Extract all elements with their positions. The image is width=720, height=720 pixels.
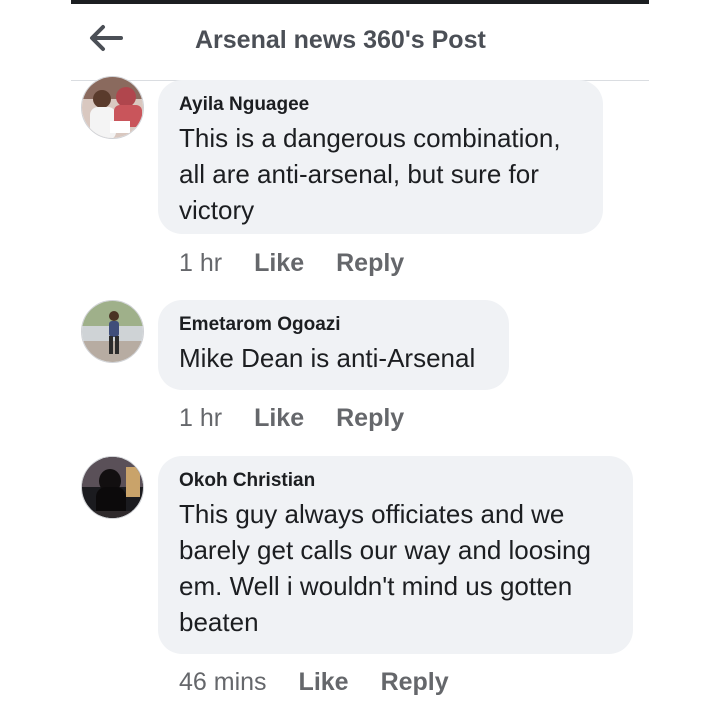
avatar[interactable] [81,76,144,139]
comment-bubble: Ayila Nguagee This is a dangerous combin… [158,80,603,234]
comment-time[interactable]: 1 hr [179,249,222,278]
like-button[interactable]: Like [254,249,304,278]
comment-text: Mike Dean is anti-Arsenal [179,343,476,373]
reply-button[interactable]: Reply [336,404,404,433]
comment-meta: 46 mins Like Reply [179,668,449,697]
avatar-photo [82,301,143,362]
avatar-photo [82,457,143,518]
comment-author[interactable]: Okoh Christian [179,470,611,492]
comment-meta: 1 hr Like Reply [179,404,404,433]
reply-button[interactable]: Reply [336,249,404,278]
back-button[interactable] [85,22,125,54]
arrow-left-icon [90,25,123,51]
comment-bubble: Emetarom Ogoazi Mike Dean is anti-Arsena… [158,300,509,390]
comment-author[interactable]: Emetarom Ogoazi [179,314,487,336]
comment-meta: 1 hr Like Reply [179,249,404,278]
comment-time[interactable]: 1 hr [179,404,222,433]
comment-time[interactable]: 46 mins [179,668,267,697]
avatar-photo [82,77,143,138]
post-comments-page: Arsenal news 360's Post Ayila Nguagee Th… [0,0,720,720]
avatar[interactable] [81,456,144,519]
reply-button[interactable]: Reply [381,668,449,697]
header: Arsenal news 360's Post [71,4,649,81]
like-button[interactable]: Like [299,668,349,697]
comment-author[interactable]: Ayila Nguagee [179,94,581,116]
comment-text: This is a dangerous combination, all are… [179,123,561,225]
comment-bubble: Okoh Christian This guy always officiate… [158,456,633,654]
comment-text: This guy always officiates and we barely… [179,499,591,637]
page-title: Arsenal news 360's Post [195,26,486,54]
like-button[interactable]: Like [254,404,304,433]
avatar[interactable] [81,300,144,363]
